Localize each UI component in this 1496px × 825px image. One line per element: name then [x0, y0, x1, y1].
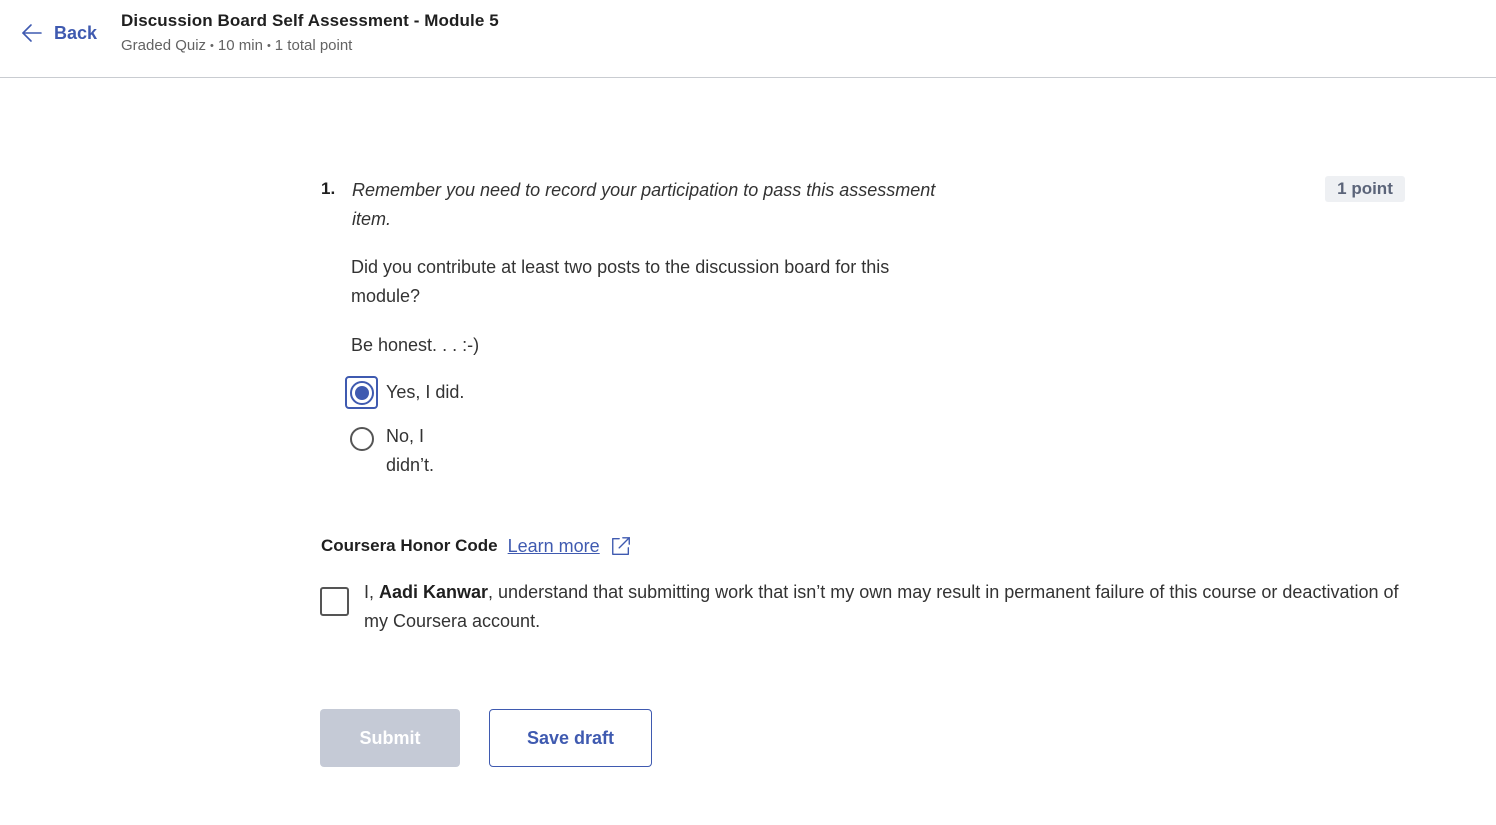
- meta-type: Graded Quiz: [121, 37, 207, 54]
- option-no[interactable]: No, I didn’t.: [345, 422, 456, 480]
- option-yes[interactable]: Yes, I did.: [345, 376, 464, 409]
- quiz-meta: Graded Quiz • 10 min • 1 total point: [121, 37, 499, 54]
- submit-button[interactable]: Submit: [320, 709, 460, 767]
- radio-button-no[interactable]: [349, 426, 374, 451]
- external-link-icon[interactable]: [610, 535, 632, 557]
- option-label-yes: Yes, I did.: [386, 382, 465, 402]
- honor-suffix: , understand that submitting work that i…: [364, 582, 1399, 631]
- user-name: Aadi Kanwar: [379, 582, 489, 602]
- save-draft-button[interactable]: Save draft: [489, 709, 652, 767]
- page-title: Discussion Board Self Assessment - Modul…: [121, 11, 499, 30]
- top-header: Back Discussion Board Self Assessment - …: [0, 0, 1496, 78]
- back-label: Back: [54, 22, 98, 43]
- option-label-no: No, I didn’t.: [386, 426, 435, 475]
- question-number: 1.: [321, 179, 336, 198]
- honor-prefix: I,: [364, 582, 380, 602]
- question-text: Did you contribute at least two posts to…: [351, 257, 890, 306]
- question-prompt: Remember you need to record your partici…: [352, 180, 936, 229]
- meta-separator: •: [210, 39, 214, 52]
- honor-code-title: Coursera Honor Code: [321, 536, 498, 555]
- honor-code-checkbox[interactable]: [320, 587, 349, 616]
- meta-points: 1 total point: [274, 37, 353, 54]
- honor-code-statement: I, Aadi Kanwar, understand that submitti…: [364, 578, 1409, 636]
- title-block: Discussion Board Self Assessment - Modul…: [121, 11, 499, 54]
- learn-more-link[interactable]: Learn more: [508, 536, 600, 557]
- back-button[interactable]: Back: [20, 21, 97, 45]
- honor-code-row: Coursera Honor Code Learn more: [321, 535, 632, 557]
- radio-wrapper: [345, 422, 378, 455]
- meta-duration: 10 min: [217, 37, 263, 54]
- radio-button-yes[interactable]: [349, 380, 374, 405]
- meta-separator: •: [266, 39, 271, 52]
- points-badge: 1 point: [1325, 176, 1405, 202]
- radio-selected-dot: [354, 385, 369, 400]
- radio-focus-ring: [345, 376, 378, 409]
- arrow-left-icon: [22, 24, 42, 42]
- question-note: Be honest. . . :-): [351, 335, 480, 355]
